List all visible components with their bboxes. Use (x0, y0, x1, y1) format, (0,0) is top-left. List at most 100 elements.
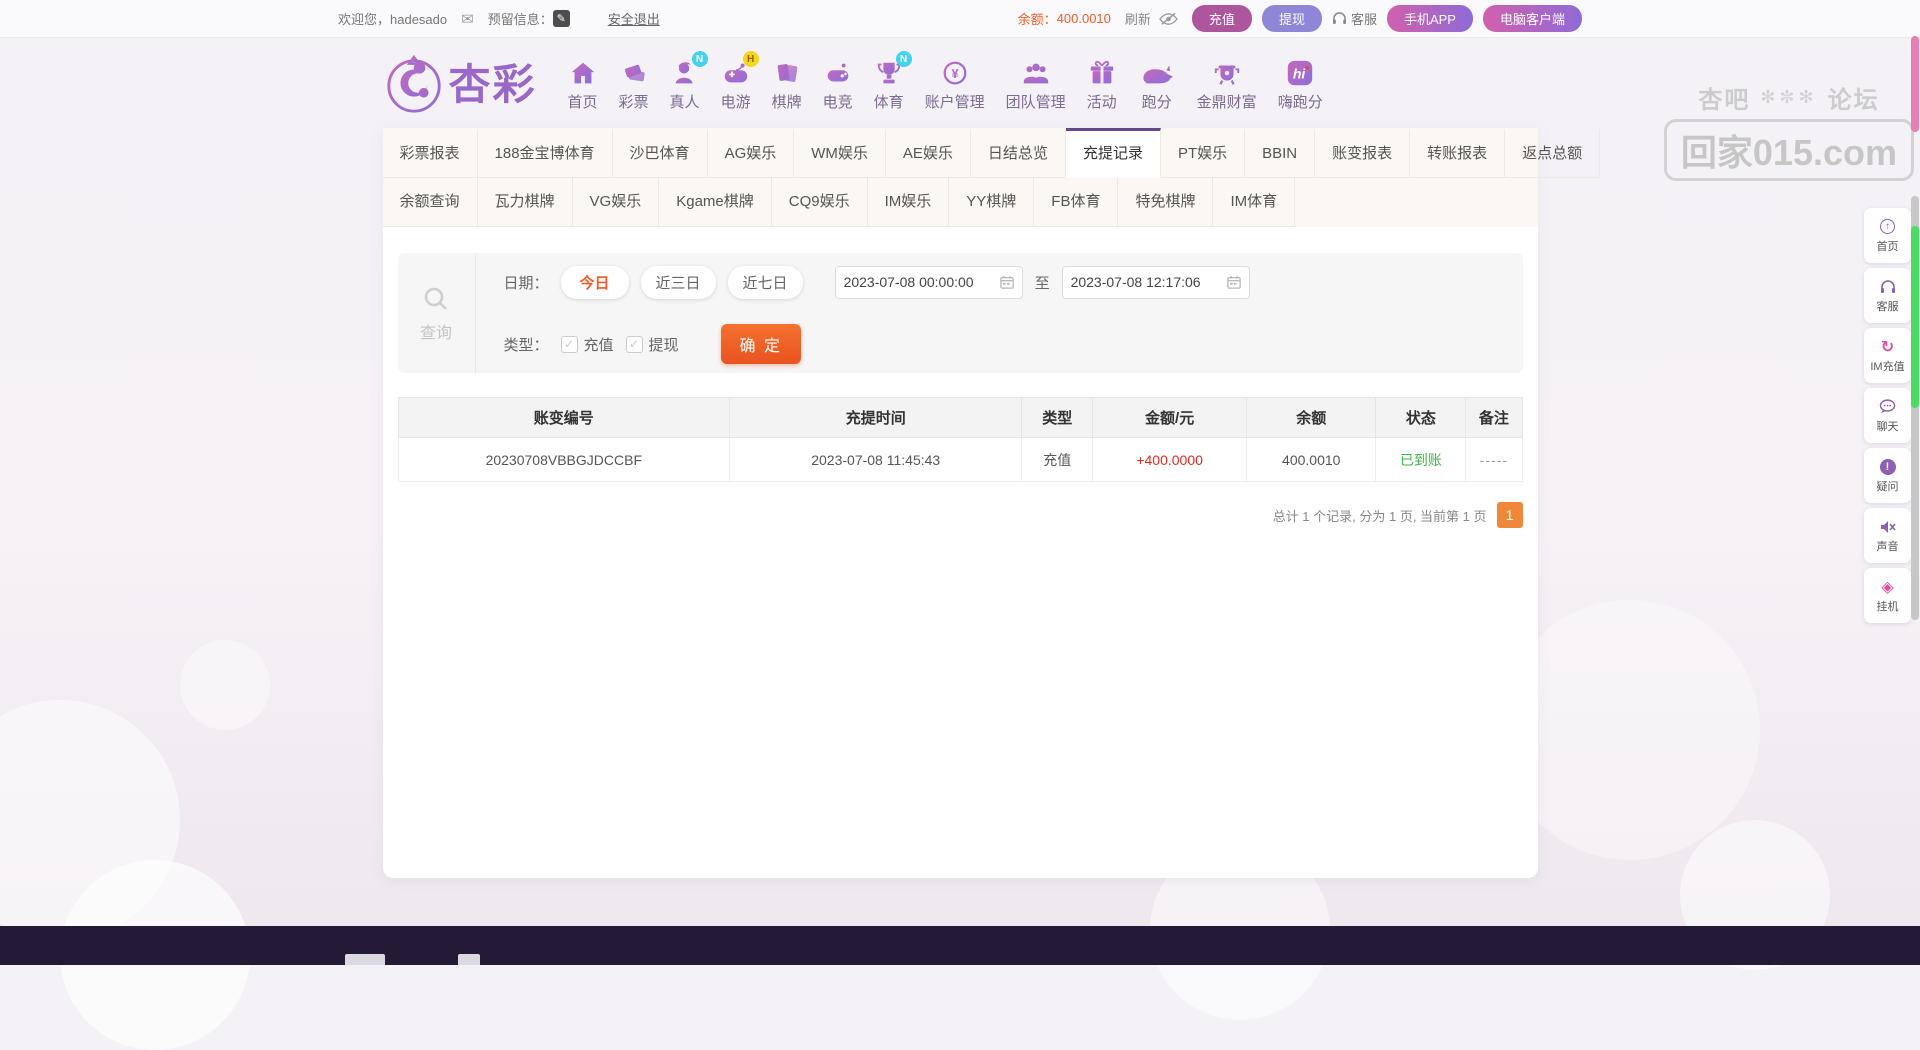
sidebar-item-question[interactable]: ! 疑问 (1864, 448, 1911, 503)
tab-cq9[interactable]: CQ9娱乐 (772, 178, 868, 227)
tab-transfer-report[interactable]: 转账报表 (1410, 128, 1505, 178)
tab-ae[interactable]: AE娱乐 (886, 128, 971, 178)
main-nav: 杏彩 首页 彩票 N 真人 (0, 38, 1920, 126)
cell-status: 已到账 (1376, 438, 1466, 482)
tab-ag[interactable]: AG娱乐 (708, 128, 795, 178)
service-label: 客服 (1351, 9, 1377, 28)
logout-link[interactable]: 安全退出 (608, 9, 660, 28)
nav-label: 团队管理 (1006, 91, 1066, 112)
site-logo[interactable]: 杏彩 (383, 54, 537, 116)
nav-item-promotions[interactable]: 活动 (1087, 58, 1117, 112)
sidebar-item-chat[interactable]: 聊天 (1864, 388, 1911, 443)
page-1-button[interactable]: 1 (1497, 502, 1523, 528)
nav-label: 棋牌 (772, 91, 802, 112)
to-label: 至 (1035, 272, 1050, 293)
nav-item-account[interactable]: ¥ 账户管理 (925, 58, 985, 112)
type-label: 类型： (504, 334, 549, 355)
nav-label: 账户管理 (925, 91, 985, 112)
date-from-input[interactable]: 2023-07-08 00:00:00 (835, 266, 1023, 299)
tab-balance-query[interactable]: 余额查询 (383, 178, 478, 227)
sidebar-item-im-recharge[interactable]: ↻ IM充值 (1864, 328, 1911, 383)
quick-7days[interactable]: 近七日 (728, 266, 803, 299)
quick-3days[interactable]: 近三日 (641, 266, 716, 299)
headset-icon (1880, 280, 1896, 294)
tab-kgame[interactable]: Kgame棋牌 (659, 178, 772, 227)
tab-im-yule[interactable]: IM娱乐 (868, 178, 950, 227)
nav-item-boardgames[interactable]: 棋牌 (772, 58, 802, 112)
tab-wali[interactable]: 瓦力棋牌 (478, 178, 573, 227)
confirm-button[interactable]: 确 定 (721, 324, 801, 364)
sidebar-item-service[interactable]: 客服 (1864, 268, 1911, 323)
nav-item-treasure[interactable]: 金鼎财富 (1197, 58, 1257, 112)
col-balance: 余额 (1247, 398, 1376, 438)
col-account-change-id: 账变编号 (398, 398, 730, 438)
tab-yy[interactable]: YY棋牌 (949, 178, 1034, 227)
eye-off-icon[interactable] (1159, 12, 1178, 26)
gift-icon (1087, 58, 1117, 88)
mobile-app-button[interactable]: 手机APP (1387, 5, 1473, 32)
tab-im-sport[interactable]: IM体育 (1213, 178, 1295, 227)
svg-text:hi: hi (1293, 66, 1307, 82)
records-panel: 彩票报表 188金宝博体育 沙巴体育 AG娱乐 WM娱乐 AE娱乐 日结总览 充… (383, 128, 1538, 878)
sidebar-label: 首页 (1877, 238, 1899, 254)
calendar-icon (1227, 275, 1241, 289)
tab-188-sport[interactable]: 188金宝博体育 (478, 128, 613, 178)
date-filter-row: 日期： 今日 近三日 近七日 2023-07-08 00:00:00 至 (504, 265, 1523, 299)
date-from-value: 2023-07-08 00:00:00 (844, 274, 974, 290)
type-deposit-checkbox[interactable]: ✓ 充值 (561, 334, 614, 355)
nav-label: 嗨跑分 (1278, 91, 1323, 112)
tab-account-change[interactable]: 账变报表 (1315, 128, 1410, 178)
tab-daily-summary[interactable]: 日结总览 (971, 128, 1066, 178)
topbar: 欢迎您，hadesado ✉ 预留信息： ✎ 安全退出 余额： 400.0010… (0, 0, 1920, 38)
pc-client-button[interactable]: 电脑客户端 (1483, 5, 1582, 32)
nav-label: 电游 (721, 91, 751, 112)
tab-fb-sport[interactable]: FB体育 (1034, 178, 1118, 227)
quick-today[interactable]: 今日 (561, 266, 629, 299)
logo-badge-icon (383, 54, 445, 116)
nav-label: 金鼎财富 (1197, 91, 1257, 112)
tab-bbin[interactable]: BBIN (1245, 128, 1315, 178)
customer-service-link[interactable]: 客服 (1332, 9, 1377, 28)
tab-temian[interactable]: 特免棋牌 (1118, 178, 1213, 227)
chat-icon (1879, 399, 1896, 414)
tab-wm[interactable]: WM娱乐 (794, 128, 886, 178)
nav-item-team[interactable]: 团队管理 (1006, 58, 1066, 112)
forum-watermark: 杏吧 ✻✼✻ 论坛 回家015.com (1664, 80, 1914, 181)
nav-item-hipaofen[interactable]: hi 嗨跑分 (1278, 58, 1323, 112)
mail-icon[interactable]: ✉ (461, 10, 474, 28)
tab-shaba-sport[interactable]: 沙巴体育 (613, 128, 708, 178)
col-amount: 金额/元 (1093, 398, 1247, 438)
sidebar-item-sound[interactable]: 声音 (1864, 508, 1911, 563)
type-withdraw-checkbox[interactable]: ✓ 提现 (626, 334, 679, 355)
nav-item-paofen[interactable]: 跑分 (1138, 58, 1176, 112)
cell-type: 充值 (1022, 438, 1093, 482)
nav-item-sports[interactable]: N 体育 (874, 58, 904, 112)
scrollbar-thumb[interactable] (1911, 226, 1919, 408)
refresh-button[interactable]: 刷新 (1125, 9, 1151, 28)
sidebar-label: 声音 (1877, 538, 1899, 554)
nav-item-esports[interactable]: 电竞 (823, 58, 853, 112)
deposit-button[interactable]: 充值 (1192, 5, 1252, 32)
tab-caipiao-baobiao[interactable]: 彩票报表 (383, 128, 478, 178)
date-to-input[interactable]: 2023-07-08 12:17:06 (1062, 266, 1250, 299)
footer-chip (345, 954, 385, 965)
nav-label: 电竞 (823, 91, 853, 112)
cell-balance: 400.0010 (1247, 438, 1376, 482)
rhino-icon (1138, 58, 1176, 88)
sidebar-item-home-top[interactable]: ↑ 首页 (1864, 208, 1911, 263)
edit-icon[interactable]: ✎ (553, 10, 570, 27)
nav-item-home[interactable]: 首页 (568, 58, 598, 112)
nav-item-egames[interactable]: H 电游 (721, 58, 751, 112)
nav-badge-n: N (692, 51, 708, 67)
tab-rebate-total[interactable]: 返点总额 (1505, 128, 1600, 178)
nav-item-live[interactable]: N 真人 (670, 58, 700, 112)
sidebar-item-afk[interactable]: ◈ 挂机 (1864, 568, 1911, 623)
footer-bar (0, 926, 1920, 965)
tabs-row-1: 彩票报表 188金宝博体育 沙巴体育 AG娱乐 WM娱乐 AE娱乐 日结总览 充… (383, 128, 1538, 178)
tab-deposit-withdraw-records[interactable]: 充提记录 (1066, 128, 1161, 178)
withdraw-button[interactable]: 提现 (1262, 5, 1322, 32)
watermark-right: 论坛 (1828, 80, 1880, 115)
nav-item-lottery[interactable]: 彩票 (619, 58, 649, 112)
tab-pt[interactable]: PT娱乐 (1161, 128, 1245, 178)
tab-vg[interactable]: VG娱乐 (573, 178, 660, 227)
